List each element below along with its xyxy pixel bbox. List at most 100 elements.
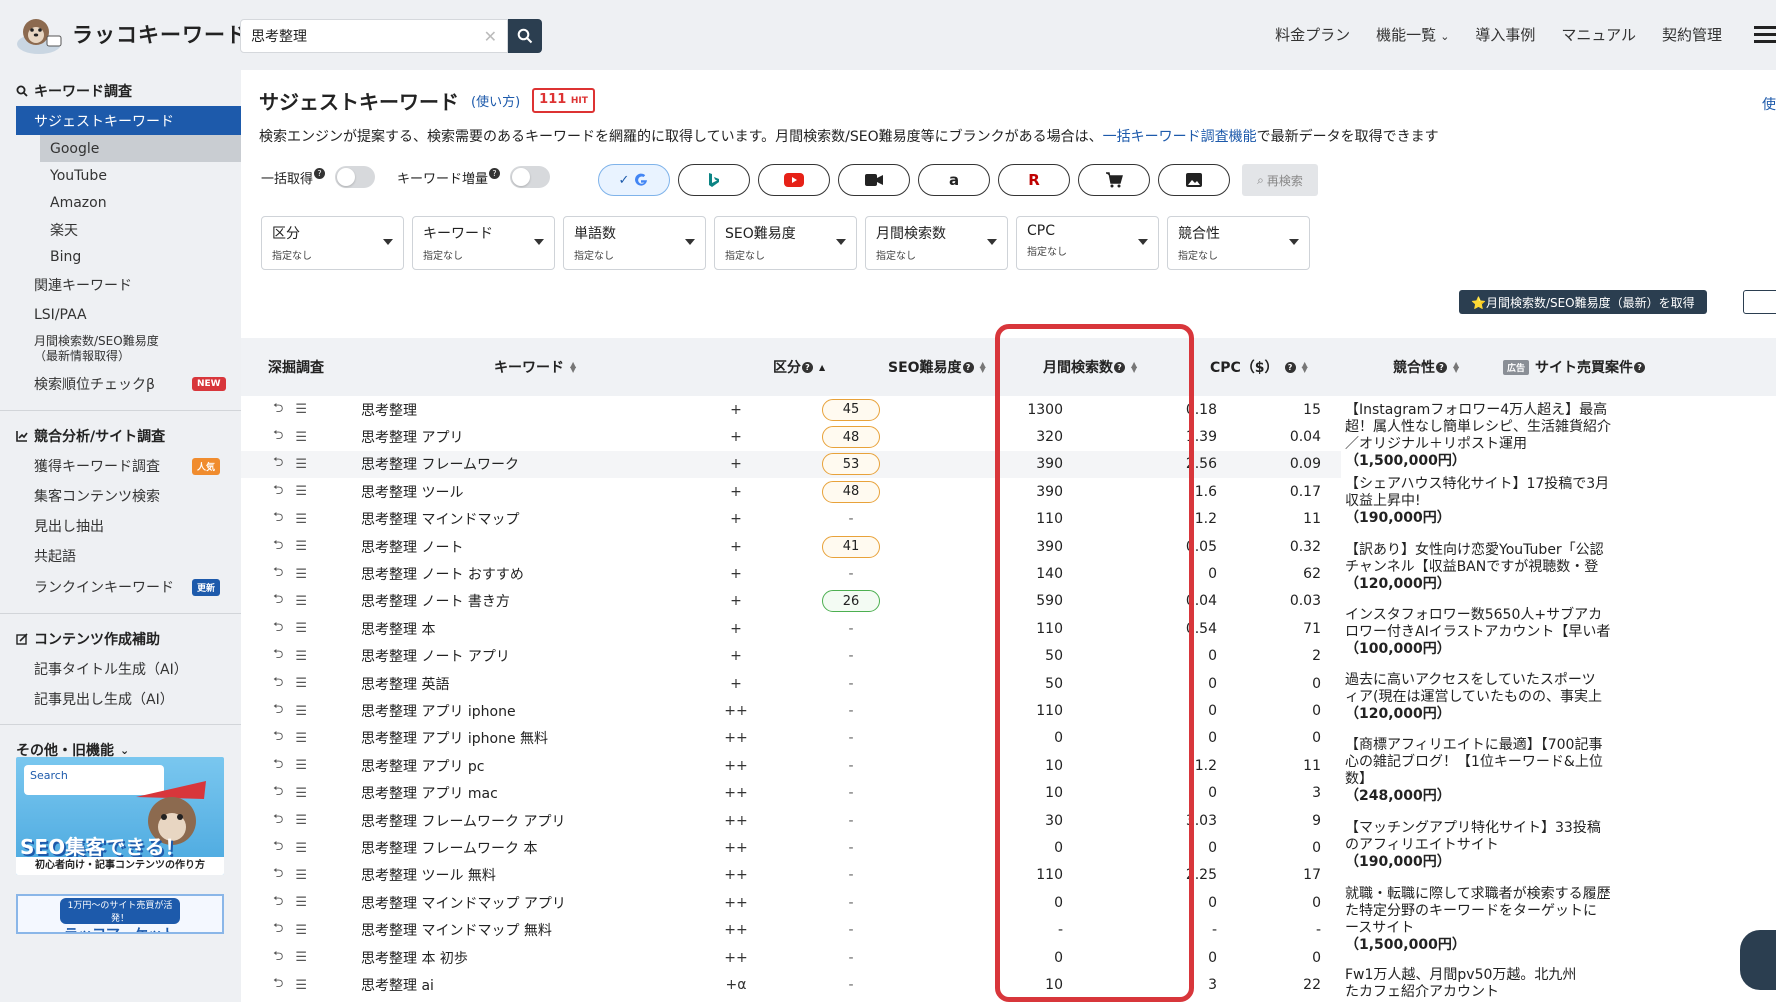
dig-deeper-icon[interactable]: ⮌ xyxy=(273,700,283,722)
keyword-cell[interactable]: 思考整理 マインドマップ アプリ xyxy=(361,889,566,916)
nav-pricing[interactable]: 料金プラン xyxy=(1275,24,1350,45)
menu-icon[interactable]: ☰ xyxy=(295,649,307,664)
toggle-increase[interactable] xyxy=(510,166,551,188)
keyword-cell[interactable]: 思考整理 フレームワーク アプリ xyxy=(361,807,565,834)
nav-cases[interactable]: 導入事例 xyxy=(1475,24,1535,45)
filter-competition[interactable]: 競合性 指定なし xyxy=(1167,216,1310,270)
filter-word-count[interactable]: 単語数 指定なし xyxy=(563,216,706,270)
sidebar-item-rank-check[interactable]: 検索順位チェックβ NEW xyxy=(0,368,241,400)
dig-deeper-icon[interactable]: ⮌ xyxy=(273,892,283,914)
dig-deeper-icon[interactable]: ⮌ xyxy=(273,426,283,448)
col-volume[interactable]: 月間検索数? ▲ ▼ xyxy=(1043,338,1137,396)
col-cpc[interactable]: CPC（$）? ▲ ▼ xyxy=(1210,338,1308,396)
market-banner[interactable]: 1万円〜のサイト売買が活発！ ラッコマーケット xyxy=(16,894,224,934)
sidebar-item-rankin[interactable]: ランクインキーワード 更新 xyxy=(0,571,241,603)
sidebar-item-related[interactable]: 関連キーワード xyxy=(0,270,241,300)
sidebar-item-title-gen[interactable]: 記事タイトル生成（AI） xyxy=(0,654,241,684)
chat-button[interactable] xyxy=(1740,930,1776,990)
keyword-cell[interactable]: 思考整理 アプリ mac xyxy=(361,780,498,807)
keyword-cell[interactable]: 思考整理 ノート おすすめ xyxy=(361,560,524,587)
keyword-cell[interactable]: 思考整理 ツール xyxy=(361,478,463,505)
get-latest-data-button[interactable]: ⭐月間検索数/SEO難易度（最新）を取得 xyxy=(1459,290,1707,314)
keyword-cell[interactable]: 思考整理 英語 xyxy=(361,670,449,697)
col-competition[interactable]: 競合性? ▲ ▼ xyxy=(1393,338,1459,396)
site-sale-item[interactable]: 【訳あり】女性向け恋愛YouTuber「公認 チャンネル【収益BANですが視聴数… xyxy=(1345,542,1776,593)
dig-deeper-icon[interactable]: ⮌ xyxy=(273,453,283,475)
dig-deeper-icon[interactable]: ⮌ xyxy=(273,673,283,695)
clear-icon[interactable]: ✕ xyxy=(484,27,497,46)
help-icon[interactable]: ? xyxy=(1114,361,1125,373)
menu-icon[interactable]: ☰ xyxy=(295,621,307,636)
engine-image-button[interactable] xyxy=(1158,164,1230,196)
col-keyword[interactable]: キーワード ▲ ▼ xyxy=(494,338,576,396)
sidebar-sub-bing[interactable]: Bing xyxy=(0,243,241,270)
usage-link[interactable]: 使 xyxy=(1762,94,1776,114)
menu-icon[interactable]: ☰ xyxy=(295,978,307,993)
menu-icon[interactable]: ☰ xyxy=(295,676,307,691)
menu-icon[interactable]: ☰ xyxy=(295,594,307,609)
logo[interactable]: ラッコキーワード xyxy=(14,14,248,54)
sidebar-sub-google[interactable]: Google xyxy=(40,135,241,162)
engine-bing-button[interactable] xyxy=(678,164,750,196)
nav-manual[interactable]: マニュアル xyxy=(1561,24,1636,45)
site-sale-item[interactable]: 【商標アフィリエイトに最適】【700記事 心の雑記ブログ！【1位キーワード&上位… xyxy=(1345,737,1776,805)
menu-icon[interactable]: ☰ xyxy=(295,786,307,801)
sidebar-item-heading-extract[interactable]: 見出し抽出 xyxy=(0,511,241,541)
menu-icon[interactable]: ☰ xyxy=(295,512,307,527)
menu-icon[interactable]: ☰ xyxy=(295,484,307,499)
menu-icon[interactable]: ☰ xyxy=(295,813,307,828)
toggle-bulk[interactable] xyxy=(335,166,376,188)
keyword-cell[interactable]: 思考整理 ツール 無料 xyxy=(361,862,496,889)
site-sale-item[interactable]: 就職・転職に際して求職者が検索する履歴 た特定分野のキーワードをターゲットに ー… xyxy=(1345,886,1776,954)
engine-shopping-button[interactable] xyxy=(1078,164,1150,196)
menu-icon[interactable]: ☰ xyxy=(295,841,307,856)
keyword-cell[interactable]: 思考整理 マインドマップ 無料 xyxy=(361,917,552,944)
sidebar-sub-rakuten[interactable]: 楽天 xyxy=(0,216,241,243)
search-button[interactable] xyxy=(508,19,542,53)
dig-deeper-icon[interactable]: ⮌ xyxy=(273,755,283,777)
help-icon[interactable]: ? xyxy=(802,361,813,373)
engine-youtube-button[interactable] xyxy=(758,164,830,196)
sidebar-item-lsi[interactable]: LSI/PAA xyxy=(0,300,241,330)
help-icon[interactable]: ? xyxy=(962,361,974,373)
hamburger-menu-icon[interactable] xyxy=(1754,25,1776,44)
search-input[interactable] xyxy=(251,28,484,44)
keyword-cell[interactable]: 思考整理 xyxy=(361,396,417,423)
dig-deeper-icon[interactable]: ⮌ xyxy=(273,947,283,969)
sidebar-item-cooccur[interactable]: 共起語 xyxy=(0,541,241,571)
sidebar-sub-youtube[interactable]: YouTube xyxy=(0,162,241,189)
keyword-cell[interactable]: 思考整理 フレームワーク 本 xyxy=(361,834,537,861)
dig-deeper-icon[interactable]: ⮌ xyxy=(273,563,283,585)
filter-cpc[interactable]: CPC 指定なし xyxy=(1016,216,1159,270)
nav-contract[interactable]: 契約管理 xyxy=(1662,24,1722,45)
engine-google-button[interactable]: ✓ xyxy=(598,164,670,196)
dig-deeper-icon[interactable]: ⮌ xyxy=(273,618,283,640)
menu-icon[interactable]: ☰ xyxy=(295,457,307,472)
keyword-cell[interactable]: 思考整理 アプリ iphone xyxy=(361,697,516,724)
copy-button[interactable] xyxy=(1743,290,1776,314)
sidebar-item-suggest[interactable]: サジェストキーワード xyxy=(16,106,241,135)
col-seo[interactable]: SEO難易度? ▲ ▼ xyxy=(888,338,986,396)
howto-link[interactable]: (使い方) xyxy=(471,91,520,110)
keyword-cell[interactable]: 思考整理 アプリ pc xyxy=(361,752,484,779)
filter-seo[interactable]: SEO難易度 指定なし xyxy=(714,216,857,270)
sidebar-item-acquired[interactable]: 獲得キーワード調査 人気 xyxy=(0,451,241,481)
keyword-cell[interactable]: 思考整理 本 初歩 xyxy=(361,944,468,971)
sidebar-item-monthly[interactable]: 月間検索数/SEO難易度 （最新情報取得） xyxy=(0,330,241,368)
filter-volume[interactable]: 月間検索数 指定なし xyxy=(865,216,1008,270)
bulk-research-link[interactable]: 一括キーワード調査機能 xyxy=(1103,129,1257,145)
keyword-cell[interactable]: 思考整理 アプリ xyxy=(361,423,463,450)
menu-icon[interactable]: ☰ xyxy=(295,950,307,965)
menu-icon[interactable]: ☰ xyxy=(295,923,307,938)
dig-deeper-icon[interactable]: ⮌ xyxy=(273,864,283,886)
nav-features[interactable]: 機能一覧 ⌄ xyxy=(1376,24,1449,45)
site-sale-item[interactable]: 過去に高いアクセスをしていたスポーツ ィア(現在は運営していたものの、事実上 （1… xyxy=(1345,672,1776,723)
site-sale-item[interactable]: 【マッチングアプリ特化サイト】33投稿 のアフィリエイトサイト （190,000円… xyxy=(1345,820,1776,871)
site-sale-item[interactable]: 【シェアハウス特化サイト】17投稿で3月 収益上昇中! （190,000円） xyxy=(1345,476,1776,527)
help-icon[interactable]: ? xyxy=(314,167,326,179)
sidebar-item-content-search[interactable]: 集客コンテンツ検索 xyxy=(0,481,241,511)
menu-icon[interactable]: ☰ xyxy=(295,704,307,719)
dig-deeper-icon[interactable]: ⮌ xyxy=(273,810,283,832)
menu-icon[interactable]: ☰ xyxy=(295,539,307,554)
engine-amazon-button[interactable]: a xyxy=(918,164,990,196)
